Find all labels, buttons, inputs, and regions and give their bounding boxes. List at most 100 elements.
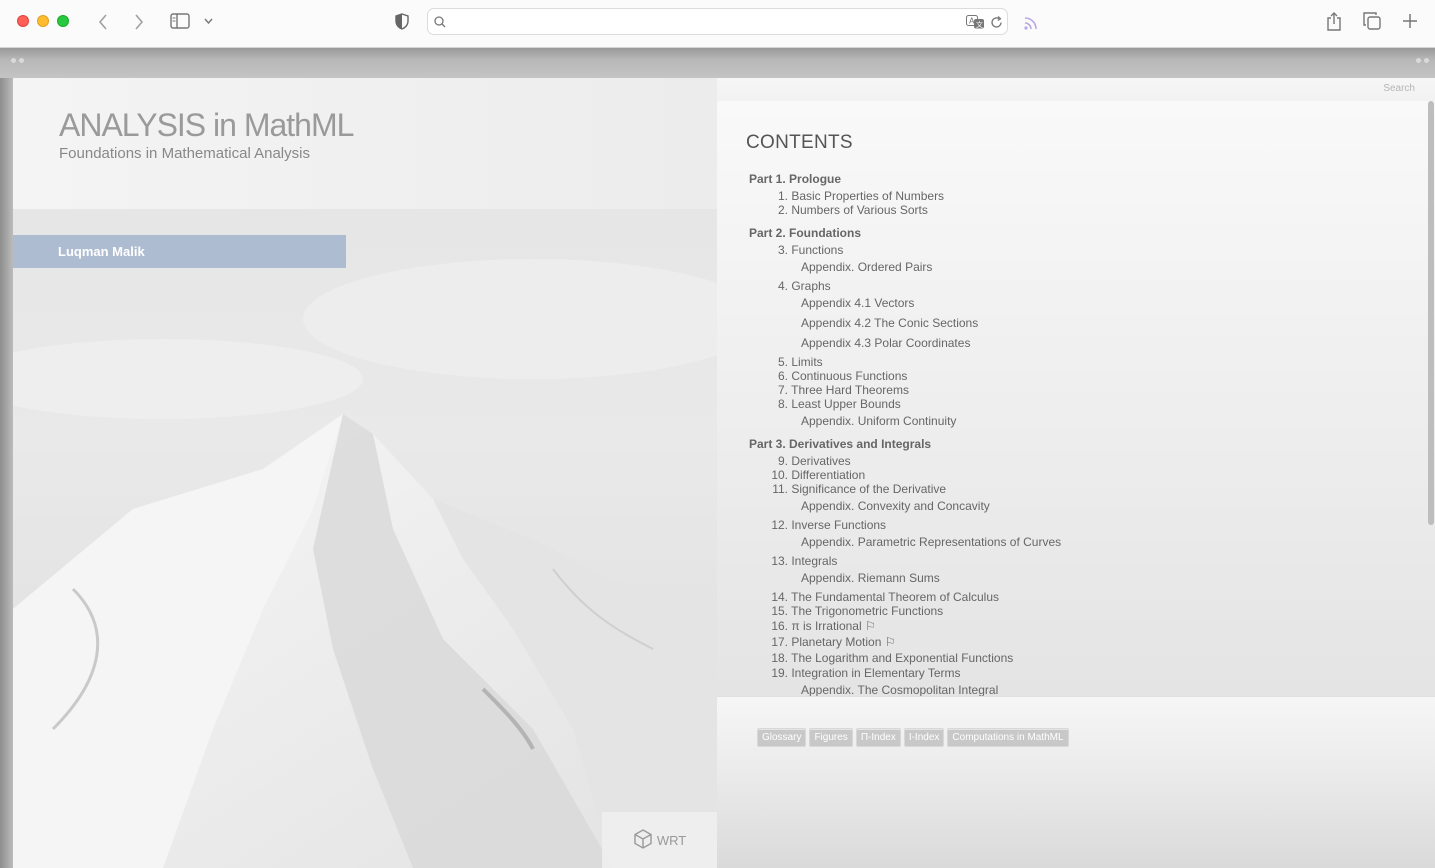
publisher-badge[interactable]: WRT (602, 812, 717, 868)
reload-icon[interactable] (988, 14, 1004, 30)
shield-icon[interactable] (393, 11, 411, 31)
chapter-number: 14. (771, 590, 788, 604)
left-edge-strip (0, 78, 13, 868)
chapter-title: Continuous Functions (788, 369, 908, 383)
toc-appendix[interactable]: Appendix. Ordered Pairs (801, 260, 932, 274)
toc-appendix[interactable]: Appendix. Riemann Sums (801, 571, 940, 585)
chapter-title: Inverse Functions (788, 518, 887, 532)
chapter-title: Functions (788, 243, 844, 257)
cube-icon (633, 828, 653, 852)
chapter-number: 17. (771, 635, 788, 649)
toc-appendix[interactable]: Appendix 4.2 The Conic Sections (801, 316, 978, 330)
toc-chapter[interactable]: 6. Continuous Functions (767, 369, 907, 383)
toc-chapter[interactable]: 8. Least Upper Bounds (767, 397, 901, 411)
cover-pane: ANALYSIS in MathML Foundations in Mathem… (13, 78, 717, 868)
chapter-number: 5. (777, 355, 788, 369)
chapter-title: Derivatives (788, 454, 851, 468)
contents-title: CONTENTS (746, 132, 853, 153)
chapter-number: 6. (777, 369, 788, 383)
chapter-title: Numbers of Various Sorts (788, 203, 928, 217)
toc-chapter[interactable]: 19. Integration in Elementary Terms (767, 666, 960, 680)
index-link-button[interactable]: Computations in MathML (947, 728, 1069, 747)
index-link-button[interactable]: Π-Index (855, 728, 901, 747)
chapter-title: Least Upper Bounds (788, 397, 901, 411)
toc-chapter[interactable]: 10. Differentiation (767, 468, 865, 482)
chapter-title: π is Irrational ⚐ (788, 619, 876, 633)
toc-appendix[interactable]: Appendix. Convexity and Concavity (801, 499, 990, 513)
sidebar-icon[interactable] (168, 11, 192, 31)
contents-pane: Search CONTENTS Part 1. Prologue 1. Basic… (717, 78, 1435, 696)
toc-chapter[interactable]: 14. The Fundamental Theorem of Calculus (767, 590, 999, 604)
toc-chapter[interactable]: 3. Functions (767, 243, 843, 257)
toc-chapter[interactable]: 11. Significance of the Derivative (767, 482, 946, 496)
chapter-number: 8. (777, 397, 788, 411)
reader-icon[interactable] (1021, 12, 1041, 32)
zoom-window-button[interactable] (57, 15, 69, 27)
chapter-title: Basic Properties of Numbers (788, 189, 945, 203)
tab-strip (0, 48, 1435, 78)
toc-chapter[interactable]: 16. π is Irrational ⚐ (767, 619, 875, 633)
chapter-title: The Fundamental Theorem of Calculus (788, 590, 1000, 604)
toc-chapter[interactable]: 18. The Logarithm and Exponential Functi… (767, 651, 1013, 665)
toc-chapter[interactable]: 17. Planetary Motion ⚐ (767, 635, 895, 649)
toc-part[interactable]: Part 3. Derivatives and Integrals (749, 437, 931, 451)
book-title: ANALYSIS in MathML (59, 107, 354, 143)
chapter-title: Significance of the Derivative (788, 482, 947, 496)
chapter-title: The Logarithm and Exponential Functions (788, 651, 1014, 665)
chevron-down-icon[interactable] (201, 14, 215, 28)
cover-header: ANALYSIS in MathML Foundations in Mathem… (13, 78, 717, 209)
toc-part[interactable]: Part 2. Foundations (749, 226, 861, 240)
chapter-number: 1. (777, 189, 788, 203)
toc-chapter[interactable]: 2. Numbers of Various Sorts (767, 203, 928, 217)
drag-handle-right[interactable] (1416, 58, 1429, 63)
toc-chapter[interactable]: 7. Three Hard Theorems (767, 383, 909, 397)
toc-chapter[interactable]: 9. Derivatives (767, 454, 851, 468)
toc-appendix[interactable]: Appendix. The Cosmopolitan Integral (801, 683, 998, 696)
toc-appendix[interactable]: Appendix 4.1 Vectors (801, 296, 914, 310)
index-link-button[interactable]: Glossary (757, 728, 807, 747)
publisher-label: WRT (656, 832, 687, 848)
close-window-button[interactable] (17, 15, 29, 27)
tabs-icon[interactable] (1362, 11, 1382, 31)
toc-chapter[interactable]: 13. Integrals (767, 554, 837, 568)
chapter-title: The Trigonometric Functions (788, 604, 944, 618)
index-link-button[interactable]: Ι-Index (903, 728, 945, 747)
chapter-number: 19. (771, 666, 788, 680)
scrollbar-thumb[interactable] (1428, 101, 1434, 525)
book-subtitle: Foundations in Mathematical Analysis (59, 145, 310, 162)
index-link-button[interactable]: Figures (809, 728, 853, 747)
chapter-number: 18. (771, 651, 788, 665)
search-icon (433, 15, 447, 29)
index-links-pane: Glossary Figures Π-Index Ι-Index Computation… (717, 696, 1435, 868)
toc-appendix[interactable]: Appendix. Parametric Representations of … (801, 535, 1061, 549)
chapter-number: 4. (777, 279, 788, 293)
toc-chapter[interactable]: 15. The Trigonometric Functions (767, 604, 943, 618)
toc-chapter[interactable]: 5. Limits (767, 355, 837, 369)
search-bar[interactable]: Search (717, 78, 1435, 101)
chapter-number: 3. (777, 243, 788, 257)
chapter-title: Graphs (788, 279, 831, 293)
toc-part[interactable]: Part 1. Prologue (749, 172, 841, 186)
translate-icon[interactable]: A文 (965, 14, 985, 30)
chapter-number: 11. (772, 482, 788, 496)
chapter-number: 9. (777, 454, 788, 468)
chapter-title: Integrals (788, 554, 838, 568)
mountain-image (13, 209, 717, 868)
toc-chapter[interactable]: 4. Graphs (767, 279, 837, 293)
toc-chapter[interactable]: 12. Inverse Functions (767, 518, 886, 532)
address-bar[interactable]: A文 (427, 8, 1008, 35)
author-name: Luqman Malik (13, 235, 346, 268)
back-icon[interactable] (94, 12, 112, 32)
chapter-title: Limits (788, 355, 823, 369)
search-label[interactable]: Search (1383, 83, 1415, 94)
chapter-number: 12. (771, 518, 788, 532)
toc-chapter[interactable]: 1. Basic Properties of Numbers (767, 189, 944, 203)
toc-appendix[interactable]: Appendix. Uniform Continuity (801, 414, 956, 428)
minimize-window-button[interactable] (37, 15, 49, 27)
drag-handle-left[interactable] (11, 58, 24, 63)
browser-toolbar: A文 (0, 0, 1435, 48)
toc-appendix[interactable]: Appendix 4.3 Polar Coordinates (801, 336, 970, 350)
share-icon[interactable] (1324, 10, 1344, 32)
new-tab-icon[interactable] (1401, 12, 1419, 30)
forward-icon[interactable] (130, 12, 148, 32)
